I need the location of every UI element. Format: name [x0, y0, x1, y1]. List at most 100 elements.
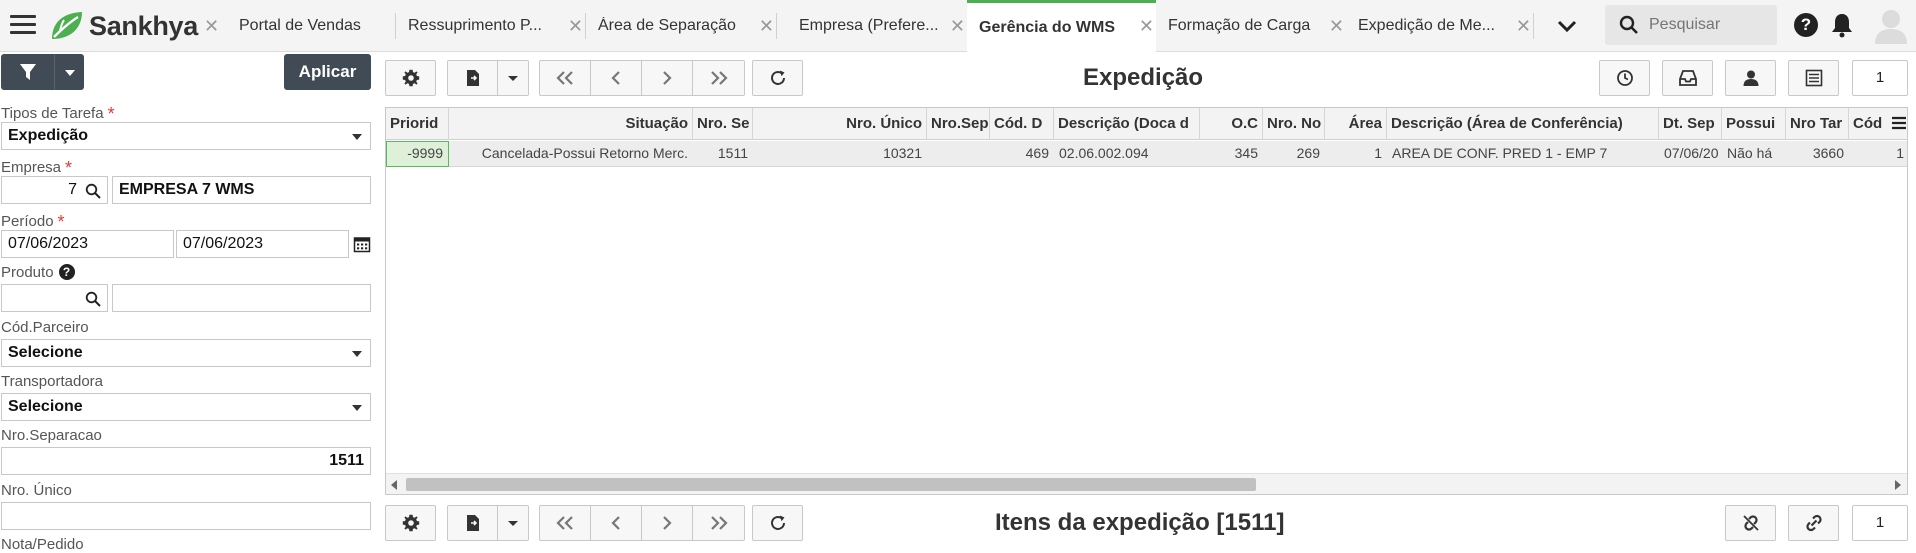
bell-icon[interactable]	[1830, 12, 1854, 38]
close-icon[interactable]: ✕	[1329, 16, 1344, 37]
items-page-number[interactable]: 1	[1852, 505, 1908, 541]
column-header[interactable]: Situação	[449, 108, 693, 140]
column-header[interactable]: Nro. Único	[753, 108, 927, 140]
scrollbar-thumb[interactable]	[406, 478, 1256, 491]
prev-page-button[interactable]	[591, 61, 642, 95]
unlink-button[interactable]	[1725, 505, 1776, 541]
search-icon[interactable]	[85, 291, 101, 307]
empresa-code-input[interactable]: 7	[1, 176, 108, 204]
help-icon[interactable]: ?	[58, 264, 75, 280]
grid-header: Priorid Situação Nro. Se Nro. Único Nro.…	[386, 108, 1907, 140]
table-cell[interactable]: Cancelada-Possui Retorno Merc.	[449, 141, 693, 167]
table-row[interactable]: -9999 Cancelada-Possui Retorno Merc. 151…	[386, 141, 1907, 167]
caret-down-icon[interactable]	[65, 70, 75, 76]
filter-button[interactable]	[1, 54, 84, 90]
nro-unico-input[interactable]	[1, 502, 371, 530]
tab-formacao-carga[interactable]: Formação de Carga ✕	[1156, 0, 1346, 52]
table-cell[interactable]: 345	[1200, 141, 1263, 167]
nro-separacao-input[interactable]: 1511	[1, 447, 371, 475]
tab-gerencia-wms[interactable]: Gerência do WMS ✕	[967, 0, 1156, 52]
table-cell[interactable]: 469	[990, 141, 1054, 167]
column-header[interactable]: Cód. D	[990, 108, 1054, 140]
table-cell[interactable]: AREA DE CONF. PRED 1 - EMP 7	[1387, 141, 1659, 167]
first-page-button[interactable]	[540, 506, 591, 540]
search-input[interactable]	[1649, 16, 1769, 34]
column-header[interactable]: Nro. No	[1263, 108, 1325, 140]
calendar-icon[interactable]	[353, 235, 371, 253]
search-icon[interactable]	[85, 183, 101, 199]
export-dropdown[interactable]	[498, 61, 528, 95]
caret-down-icon	[352, 351, 362, 357]
table-cell[interactable]: 3660	[1786, 141, 1849, 167]
close-icon[interactable]: ✕	[204, 16, 219, 37]
table-cell[interactable]: 10321	[753, 141, 927, 167]
transportadora-select[interactable]: Selecione	[1, 393, 371, 421]
items-settings-button[interactable]	[385, 505, 436, 541]
export-dropdown[interactable]	[498, 506, 528, 540]
help-icon[interactable]: ?	[1794, 13, 1818, 37]
tab-portal-vendas[interactable]: ✕ Portal de Vendas	[204, 0, 395, 52]
close-icon[interactable]: ✕	[759, 16, 774, 37]
column-header[interactable]: Possui	[1722, 108, 1786, 140]
table-cell[interactable]	[927, 141, 990, 167]
close-icon[interactable]: ✕	[1516, 16, 1531, 37]
prev-page-button[interactable]	[591, 506, 642, 540]
first-page-button[interactable]	[540, 61, 591, 95]
next-page-button[interactable]	[642, 506, 693, 540]
produto-label: Produto?	[1, 264, 75, 281]
column-header[interactable]: Descrição (Área de Conferência)	[1387, 108, 1659, 140]
cod-parceiro-select[interactable]: Selecione	[1, 339, 371, 367]
produto-code-input[interactable]	[1, 284, 108, 312]
apply-button[interactable]: Aplicar	[284, 54, 371, 90]
chevron-down-icon[interactable]	[1552, 14, 1582, 38]
table-cell[interactable]: -9999	[386, 141, 449, 167]
menu-icon[interactable]	[10, 15, 36, 37]
tipos-tarefa-select[interactable]: Expedição	[1, 122, 371, 150]
page-number[interactable]: 1	[1852, 60, 1908, 96]
link-button[interactable]	[1788, 505, 1839, 541]
column-menu-icon[interactable]	[1891, 115, 1907, 131]
close-icon[interactable]: ✕	[950, 16, 965, 37]
search-box[interactable]	[1605, 5, 1777, 45]
column-header[interactable]: Descrição (Doca d	[1054, 108, 1200, 140]
periodo-start-input[interactable]: 07/06/2023	[1, 230, 174, 258]
scroll-right-icon[interactable]	[1895, 480, 1901, 490]
tab-empresa-preferencias[interactable]: Empresa (Prefere... ✕	[777, 0, 967, 52]
column-header[interactable]: Dt. Sep	[1659, 108, 1722, 140]
column-header[interactable]: Nro. Se	[693, 108, 753, 140]
table-cell[interactable]: 02.06.002.094	[1054, 141, 1200, 167]
scroll-left-icon[interactable]	[391, 480, 397, 490]
logo[interactable]: Sankhya	[48, 8, 198, 44]
avatar[interactable]	[1874, 8, 1908, 44]
column-header[interactable]: Priorid	[386, 108, 449, 140]
next-page-button[interactable]	[642, 61, 693, 95]
column-header[interactable]: O.C	[1200, 108, 1263, 140]
close-icon[interactable]: ✕	[568, 16, 583, 37]
tab-ressuprimento[interactable]: Ressuprimento P... ✕	[396, 0, 585, 52]
periodo-end-input[interactable]: 07/06/2023	[176, 230, 349, 258]
inbox-button[interactable]	[1662, 60, 1713, 96]
column-header[interactable]: Área	[1325, 108, 1387, 140]
history-button[interactable]	[1599, 60, 1650, 96]
table-cell[interactable]: 1	[1849, 141, 1907, 167]
column-header[interactable]: Nro Tar	[1786, 108, 1849, 140]
tab-expedicao-mercadorias[interactable]: Expedição de Me... ✕	[1346, 0, 1533, 52]
last-page-button[interactable]	[693, 506, 744, 540]
refresh-button[interactable]	[752, 60, 803, 96]
settings-button[interactable]	[385, 60, 436, 96]
table-cell[interactable]: 269	[1263, 141, 1325, 167]
table-cell[interactable]: 1	[1325, 141, 1387, 167]
export-button[interactable]	[448, 61, 498, 95]
column-header[interactable]: Nro.Sep	[927, 108, 990, 140]
tab-area-separacao[interactable]: Área de Separação ✕	[586, 0, 776, 52]
horizontal-scrollbar[interactable]	[386, 473, 1907, 494]
table-cell[interactable]: Não há	[1722, 141, 1786, 167]
table-cell[interactable]: 07/06/20	[1659, 141, 1722, 167]
form-view-button[interactable]	[1788, 60, 1839, 96]
export-button[interactable]	[448, 506, 498, 540]
user-button[interactable]	[1725, 60, 1776, 96]
items-refresh-button[interactable]	[752, 505, 803, 541]
last-page-button[interactable]	[693, 61, 744, 95]
close-icon[interactable]: ✕	[1139, 16, 1154, 37]
table-cell[interactable]: 1511	[693, 141, 753, 167]
